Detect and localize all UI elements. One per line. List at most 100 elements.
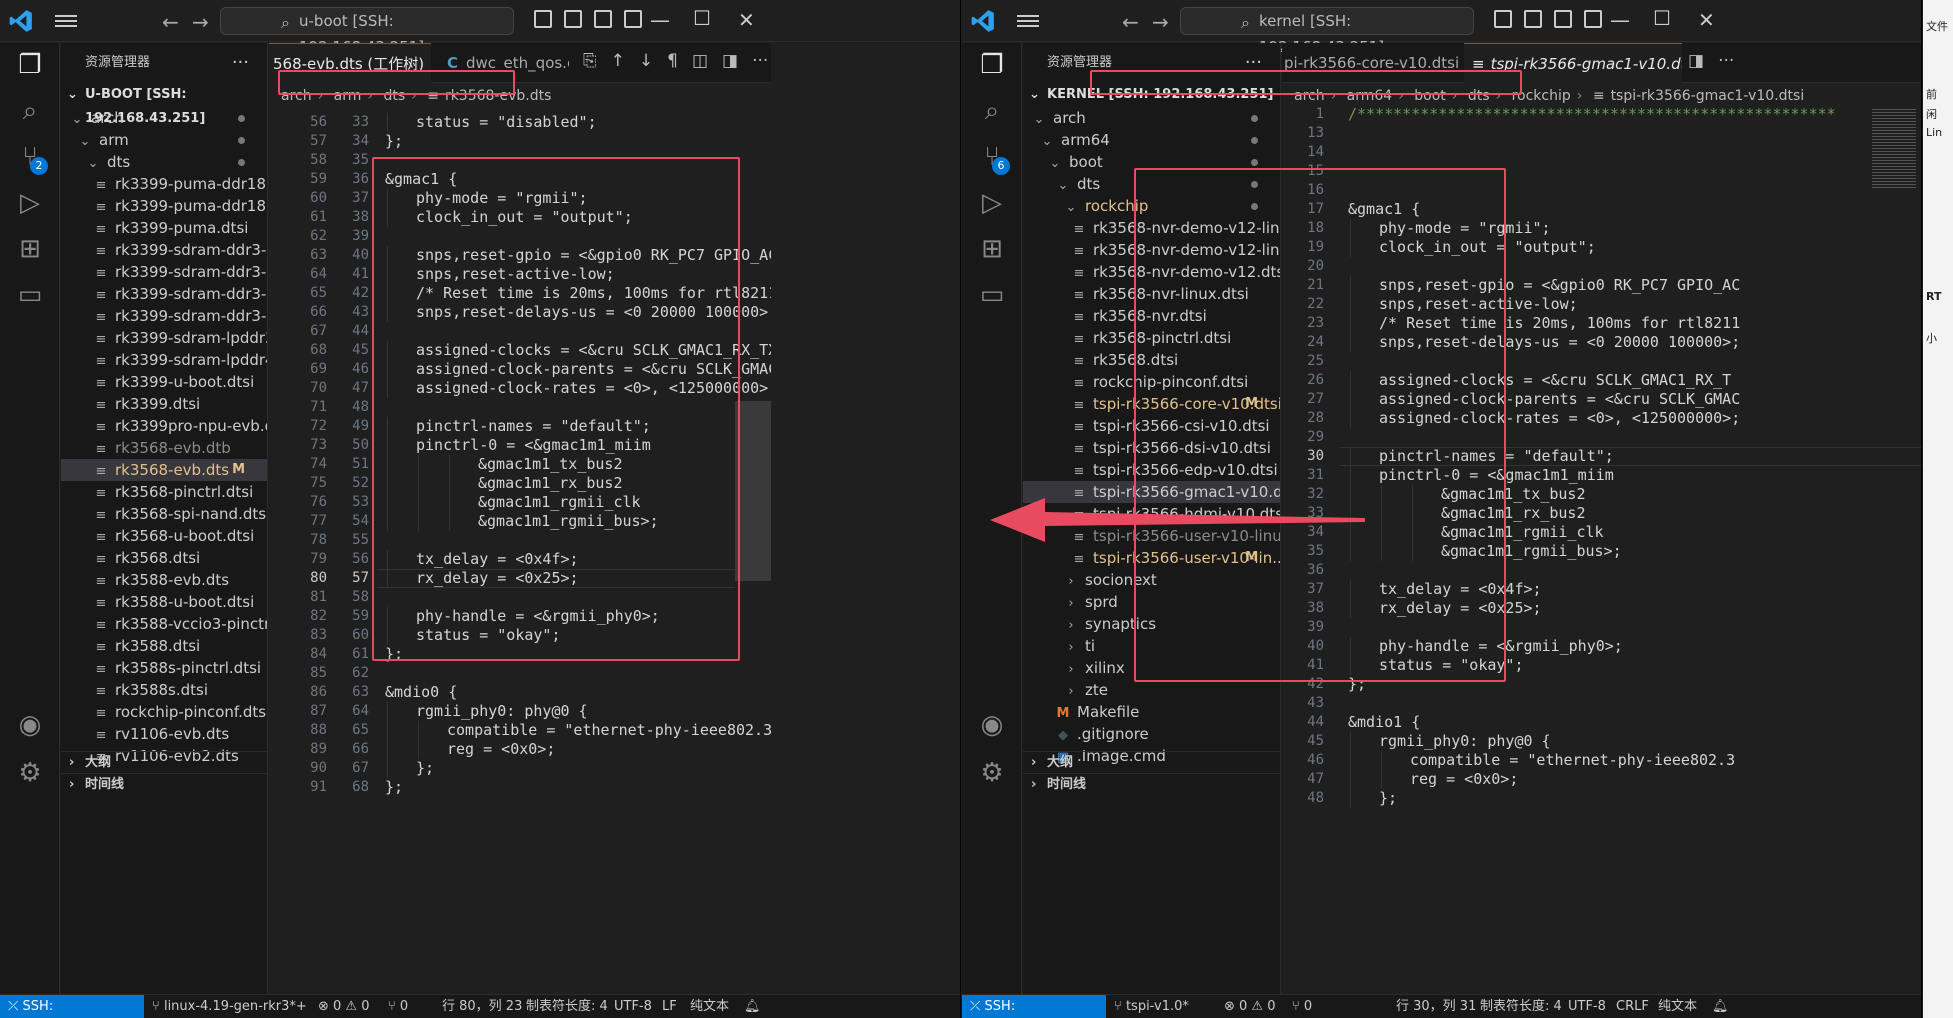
outline-section[interactable]: › 大纲 [1023,751,1280,773]
explorer-icon[interactable]: ❐ [14,49,46,81]
menu-icon[interactable] [55,12,77,30]
tree-item[interactable]: ≡ rk3588s-pinctrl.dtsi [61,657,267,679]
toggle-sidebar-icon[interactable] [534,10,552,28]
split-editor-icon[interactable]: ◨ [1688,51,1704,71]
minimize-button[interactable]: — [650,8,670,32]
tree-item[interactable]: ≡ rk3399-sdram-ddr3-1333.... [61,261,267,283]
forward-arrow-icon[interactable]: → [1152,10,1169,34]
search-view-icon[interactable]: ⌕ [976,95,1008,127]
breadcrumb-item[interactable]: arch [1294,88,1325,104]
maximize-button[interactable]: ☐ [693,6,711,30]
tree-item[interactable]: ≡ rk3399pro-npu-evb.dts [61,415,267,437]
language-mode[interactable]: 纯文本 [690,995,729,1018]
menu-icon[interactable] [1017,12,1039,30]
breadcrumb-item[interactable]: dts [1468,88,1490,104]
toggle-panel-icon[interactable] [1524,10,1542,28]
back-arrow-icon[interactable]: ← [162,10,179,34]
more-actions-icon[interactable]: ··· [752,51,768,71]
tree-item[interactable]: ≡ rk3399-puma-ddr1866.dts [61,195,267,217]
tree-item[interactable]: › synaptics [1023,613,1280,635]
tree-item[interactable]: ⌄ boot [1023,151,1280,173]
tree-item[interactable]: ≡ tspi-rk3566-edp-v10.dtsi [1023,459,1280,481]
tree-item[interactable]: ⌄ dts [1023,173,1280,195]
tab-dwc-eth-qos[interactable]: Cdwc_eth_qos.c [439,43,569,83]
extensions-icon[interactable]: ⊞ [14,233,46,265]
explorer-more-button[interactable]: ··· [232,43,249,83]
command-center-search[interactable]: ⌕u-boot [SSH: 192.168.43.251] [220,7,514,56]
show-whitespace-icon[interactable]: ¶ [667,51,678,71]
problems-indicator[interactable]: ⊗ 0 ⚠ 0 [318,995,370,1018]
editor-scrollbar[interactable] [735,401,771,581]
toggle-sidebar-icon[interactable] [1494,10,1512,28]
minimap[interactable] [1872,109,1916,189]
tree-item[interactable]: ≡ rk3399-sdram-ddr3-1600.... [61,283,267,305]
tree-item[interactable]: ≡ rk3399-u-boot.dtsi [61,371,267,393]
tab-tspi-rk3566-gmac1[interactable]: ≡tspi-rk3566-gmac1-v10.dtsi✕ [1464,43,1682,83]
close-window-button[interactable]: ✕ [738,8,755,32]
customize-layout-icon[interactable] [624,10,642,28]
search-view-icon[interactable]: ⌕ [14,95,46,127]
tree-item[interactable]: ≡ rk3568-evb.dts M [61,459,267,481]
tree-item[interactable]: ≡ rk3568-nvr-linux.dtsi [1023,283,1280,305]
previous-change-icon[interactable]: ↑ [611,51,625,71]
branch-indicator[interactable]: ⑂ linux-4.19-gen-rkr3*+ [152,995,307,1018]
accounts-icon[interactable]: ◉ [14,709,46,741]
tree-item[interactable]: ≡ rk3568-nvr.dtsi [1023,305,1280,327]
back-arrow-icon[interactable]: ← [1122,10,1139,34]
code-editor[interactable]: 1 /**************************************… [1282,105,1921,994]
extensions-icon[interactable]: ⊞ [976,233,1008,265]
tree-item[interactable]: ≡ rv1106-evb.dts [61,723,267,745]
remote-indicator[interactable]: ⤫ SSH: 192.168.43.251 [0,995,144,1018]
minimize-button[interactable]: — [1610,8,1630,32]
outline-section[interactable]: › 大纲 [61,751,267,773]
tree-item[interactable]: ≡ rk3399-sdram-lpddr3-4GB... [61,327,267,349]
command-center-search[interactable]: ⌕kernel [SSH: 192.168.43.251] [1180,7,1474,56]
tree-item[interactable]: ≡ rk3399-puma-ddr1866.dtb [61,173,267,195]
breadcrumb-item[interactable]: tspi-rk3566-gmac1-v10.dtsi [1611,88,1805,104]
tree-item[interactable]: ≡ rk3568-pinctrl.dtsi [61,481,267,503]
ports-indicator[interactable]: ⑂ 0 [1292,995,1312,1018]
tree-item[interactable]: ≡ rk3588-vccio3-pinctrl.dtsi [61,613,267,635]
breadcrumb-item[interactable]: arm64 [1347,88,1393,104]
tree-item[interactable]: ≡ rk3568-pinctrl.dtsi [1023,327,1280,349]
tree-item[interactable]: ≡ rk3588-u-boot.dtsi [61,591,267,613]
breadcrumb-item[interactable]: boot [1414,88,1446,104]
tree-item[interactable]: › socionext [1023,569,1280,591]
tree-item[interactable]: › ti [1023,635,1280,657]
tree-item[interactable]: ≡ rk3399-sdram-lpddr4-100... [61,349,267,371]
run-debug-icon[interactable]: ▷ [976,187,1008,219]
remote-explorer-icon[interactable]: ▭ [976,279,1008,311]
accounts-icon[interactable]: ◉ [976,709,1008,741]
explorer-icon[interactable]: ❐ [976,49,1008,81]
remote-indicator[interactable]: ⤫ SSH: 192.168.43.251 [962,995,1106,1018]
tab-tspi-rk3566-core[interactable]: pi-rk3566-core-v10.dtsiM [1282,43,1458,83]
tree-item[interactable]: ≡ tspi-rk3566-core-v10.dtsi M [1023,393,1280,415]
close-window-button[interactable]: ✕ [1698,8,1715,32]
breadcrumb-item[interactable]: rk3568-evb.dts [445,88,551,104]
cursor-position[interactable]: 行 80，列 23 [442,995,522,1018]
branch-indicator[interactable]: ⑂ tspi-v1.0* [1114,995,1189,1018]
toggle-secondary-sidebar-icon[interactable] [1554,10,1572,28]
cursor-position[interactable]: 行 30，列 31 [1396,995,1476,1018]
tree-item[interactable]: ≡ rk3399-puma.dtsi [61,217,267,239]
tree-item[interactable]: ≡ rockchip-pinconf.dtsi [1023,371,1280,393]
encoding[interactable]: UTF-8 [614,995,652,1018]
toggle-secondary-sidebar-icon[interactable] [594,10,612,28]
tree-item[interactable]: ≡ rk3568-evb.dtb [61,437,267,459]
tree-item[interactable]: › xilinx [1023,657,1280,679]
explorer-more-button[interactable]: ··· [1245,43,1262,83]
settings-gear-icon[interactable]: ⚙ [976,757,1008,789]
language-mode[interactable]: 纯文本 [1658,995,1697,1018]
tree-item[interactable]: ⌄ arm64 [1023,129,1280,151]
notifications-bell-icon[interactable]: 🔔︎ [1712,995,1729,1018]
tab-size[interactable]: 制表符长度: 4 [1480,995,1562,1018]
tree-item[interactable]: ≡ rk3568-nvr-demo-v12-linux.dts [1023,239,1280,261]
tree-item[interactable]: ≡ rk3568.dtsi [61,547,267,569]
tree-item[interactable]: › sprd [1023,591,1280,613]
tree-item[interactable]: ≡ rk3568-nvr-demo-v12-linux-s... [1023,217,1280,239]
notifications-bell-icon[interactable]: 🔔︎ [744,995,761,1018]
timeline-section[interactable]: › 时间线 [61,773,267,795]
ports-indicator[interactable]: ⑂ 0 [388,995,408,1018]
tree-item[interactable]: ≡ tspi-rk3566-dsi-v10.dtsi [1023,437,1280,459]
timeline-section[interactable]: › 时间线 [1023,773,1280,795]
